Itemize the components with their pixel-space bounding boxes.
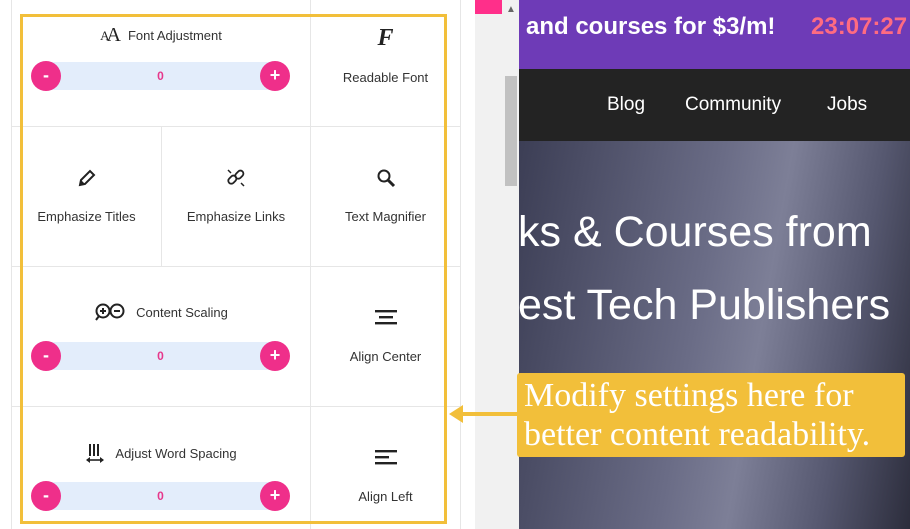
word-spacing-value: 0 — [157, 489, 164, 503]
broken-link-icon — [225, 167, 247, 189]
text-magnifier-label: Text Magnifier — [345, 209, 426, 224]
align-left-button[interactable]: Align Left — [311, 407, 460, 529]
text-magnifier-button[interactable]: Text Magnifier — [311, 127, 460, 266]
font-adjustment-label: Font Adjustment — [127, 28, 222, 43]
font-adjustment-value: 0 — [157, 69, 164, 83]
promo-banner[interactable]: and courses for $3/m! 23:07:27 — [519, 0, 910, 69]
font-size-icon: AA — [100, 24, 121, 46]
font-adjustment-stepper: - 0 + — [31, 61, 290, 91]
word-spacing-icon — [85, 443, 105, 463]
align-center-icon — [374, 307, 397, 329]
align-left-icon — [374, 447, 397, 469]
emphasize-titles-label: Emphasize Titles — [37, 209, 136, 224]
readable-font-icon: F — [377, 24, 394, 51]
callout-arrow-icon — [449, 405, 517, 423]
hero-headline-line-1: ks & Courses from — [519, 208, 872, 256]
scroll-up-arrow-icon[interactable]: ▲ — [506, 4, 516, 15]
hero-section: ks & Courses from est Tech Publishers — [519, 141, 910, 529]
word-spacing-label: Adjust Word Spacing — [115, 445, 237, 461]
accessibility-toggle-tab[interactable] — [475, 0, 502, 14]
align-center-button[interactable]: Align Center — [311, 267, 460, 406]
align-center-label: Align Center — [349, 349, 422, 364]
hero-headline-line-2: est Tech Publishers — [519, 281, 891, 329]
content-scaling-stepper: - 0 + — [31, 341, 290, 371]
magnifier-icon — [376, 167, 396, 189]
page-gutter — [475, 0, 505, 529]
readable-font-button[interactable]: F Readable Font — [311, 0, 460, 126]
pencil-icon — [77, 167, 97, 189]
readable-font-label: Readable Font — [342, 70, 429, 85]
emphasize-titles-button[interactable]: Emphasize Titles — [12, 127, 161, 266]
site-nav: Blog Community Jobs — [519, 69, 910, 141]
grid-divider — [460, 0, 461, 529]
font-adjustment-increase-button[interactable]: + — [260, 61, 290, 91]
word-spacing-stepper: - 0 + — [31, 481, 290, 511]
zoom-in-out-icon — [94, 303, 126, 321]
promo-countdown: 23:07:27 — [811, 13, 908, 40]
nav-link-community[interactable]: Community — [685, 94, 781, 116]
tip-callout: Modify settings here for better content … — [517, 373, 905, 457]
word-spacing-control: Adjust Word Spacing — [12, 407, 310, 529]
word-spacing-increase-button[interactable]: + — [260, 481, 290, 511]
accessibility-panel: AA Font Adjustment - 0 + F Readable Font… — [0, 0, 475, 529]
word-spacing-header: Adjust Word Spacing — [85, 443, 237, 463]
align-left-label: Align Left — [358, 489, 413, 504]
content-scaling-label: Content Scaling — [136, 304, 228, 320]
callout-line-2: better content readability. — [524, 416, 871, 453]
emphasize-links-button[interactable]: Emphasize Links — [162, 127, 310, 266]
scrollbar-thumb[interactable] — [505, 76, 517, 186]
nav-link-blog[interactable]: Blog — [607, 94, 645, 116]
content-scaling-value: 0 — [157, 349, 164, 363]
promo-text: and courses for $3/m! — [526, 13, 776, 40]
emphasize-links-label: Emphasize Links — [186, 209, 286, 224]
content-scaling-control: Content Scaling — [12, 267, 310, 406]
content-scaling-header: Content Scaling — [94, 303, 228, 321]
nav-link-jobs[interactable]: Jobs — [827, 94, 867, 116]
content-scaling-increase-button[interactable]: + — [260, 341, 290, 371]
callout-line-1: Modify settings here for — [524, 377, 854, 414]
font-adjustment-header: AA Font Adjustment — [100, 24, 222, 47]
